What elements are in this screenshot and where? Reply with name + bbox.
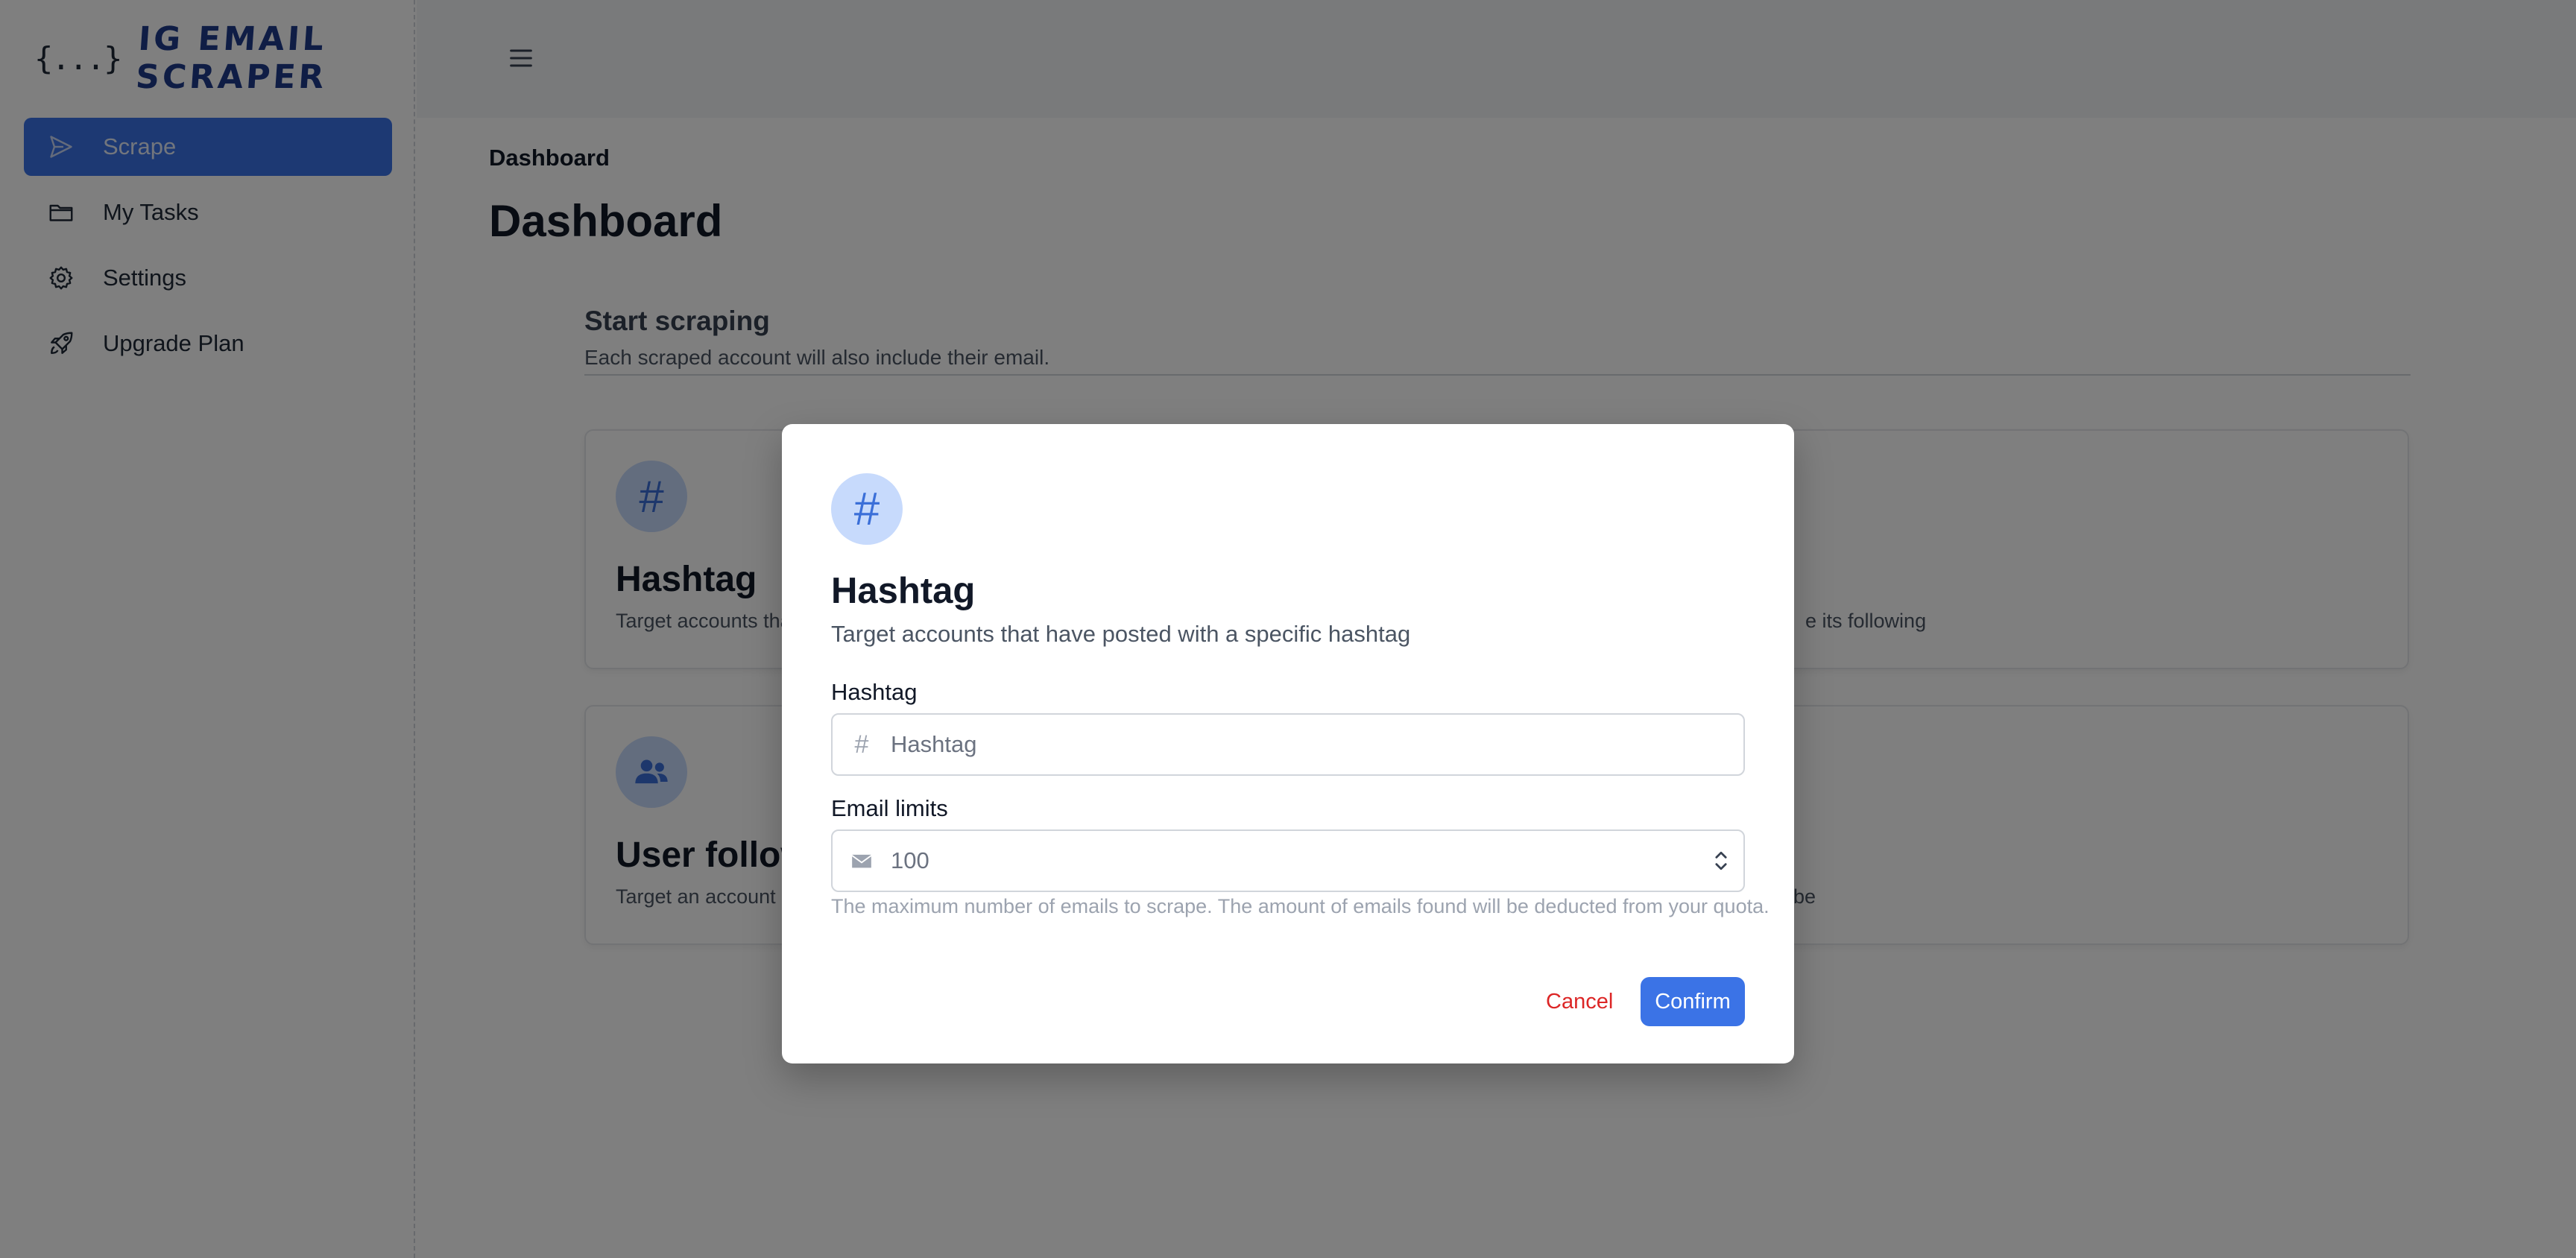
hashtag-modal: # Hashtag Target accounts that have post… xyxy=(782,424,1794,1063)
hashtag-field[interactable]: # xyxy=(831,713,1745,776)
email-limits-label: Email limits xyxy=(831,795,948,821)
hash-icon: # xyxy=(854,730,869,759)
number-stepper-icon[interactable] xyxy=(1699,848,1743,873)
email-limits-field[interactable] xyxy=(831,829,1745,892)
hashtag-input[interactable] xyxy=(891,722,1743,767)
modal-subtitle: Target accounts that have posted with a … xyxy=(831,621,1411,647)
email-limits-input[interactable] xyxy=(891,838,1699,883)
envelope-icon xyxy=(833,853,891,869)
modal-title: Hashtag xyxy=(831,571,976,611)
hash-icon: # xyxy=(831,473,903,545)
cancel-button[interactable]: Cancel xyxy=(1538,979,1620,1025)
confirm-button[interactable]: Confirm xyxy=(1641,977,1745,1026)
email-limits-help: The maximum number of emails to scrape. … xyxy=(831,895,1770,917)
hashtag-label: Hashtag xyxy=(831,679,918,705)
